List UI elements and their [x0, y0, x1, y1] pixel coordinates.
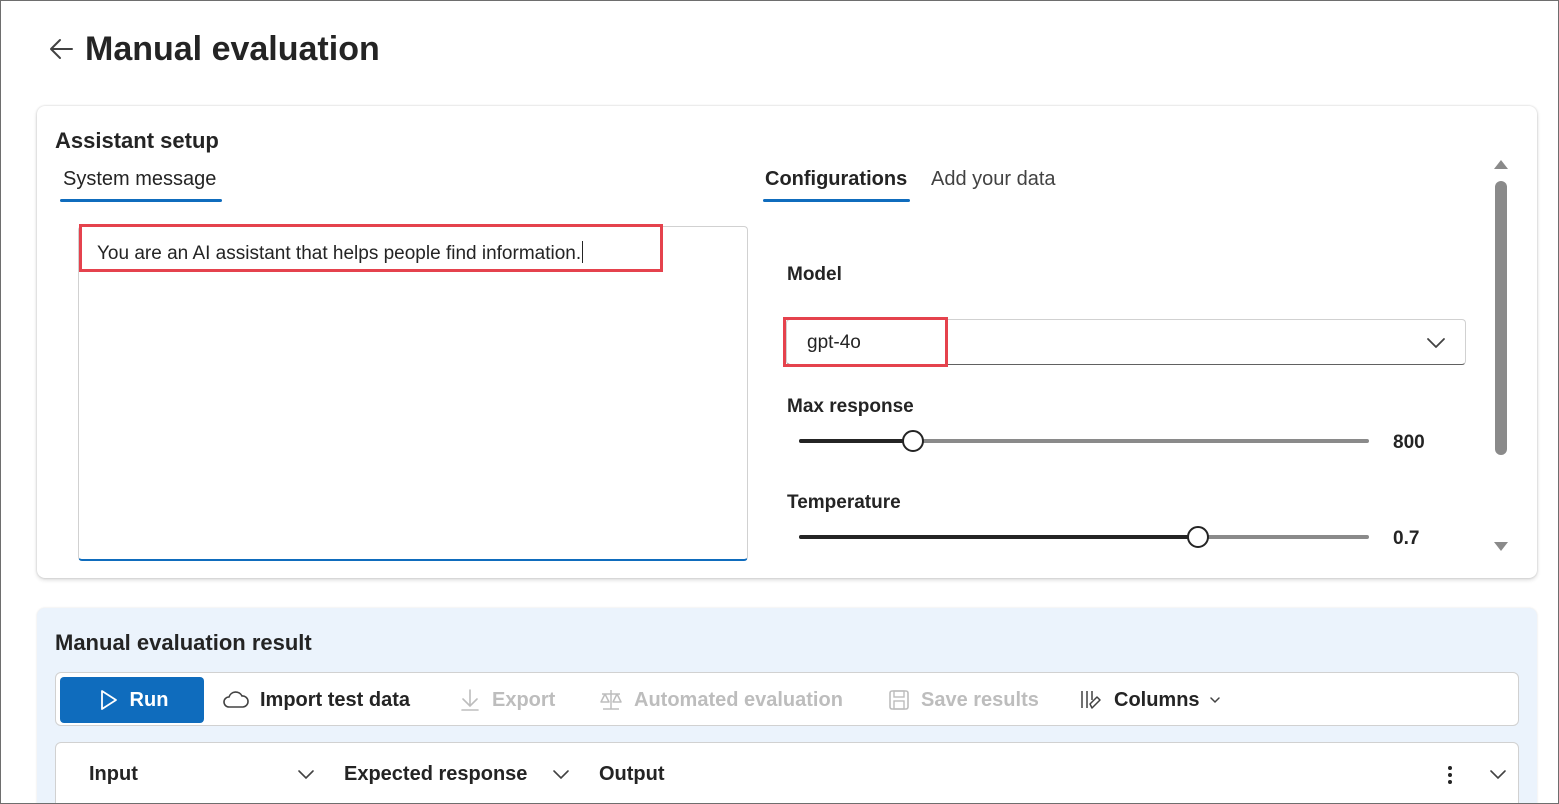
scale-icon	[600, 690, 622, 710]
run-button[interactable]: Run	[60, 677, 204, 723]
tab-configurations[interactable]: Configurations	[765, 168, 907, 191]
system-message-textarea[interactable]: You are an AI assistant that helps peopl…	[78, 226, 748, 561]
max-response-slider[interactable]	[799, 430, 1369, 452]
download-icon	[461, 689, 479, 711]
automated-evaluation-button[interactable]: Automated evaluation	[598, 677, 843, 723]
chevron-down-icon[interactable]	[551, 765, 571, 790]
max-response-label: Max response	[787, 396, 914, 417]
assistant-setup-title: Assistant setup	[55, 128, 219, 153]
back-arrow-icon[interactable]	[45, 33, 77, 65]
play-icon	[100, 690, 117, 710]
save-icon	[889, 690, 909, 710]
more-options-icon[interactable]	[1440, 765, 1460, 790]
columns-button[interactable]: Columns	[1078, 677, 1222, 723]
max-response-slider-thumb[interactable]	[902, 430, 924, 452]
temperature-slider-thumb[interactable]	[1187, 526, 1209, 548]
tab-configurations-underline	[763, 199, 910, 202]
import-test-data-button[interactable]: Import test data	[222, 677, 410, 723]
tab-system-message[interactable]: System message	[63, 168, 216, 191]
tab-system-message-underline	[60, 199, 222, 202]
result-toolbar: Run Import test data Export Automated ev…	[55, 672, 1519, 726]
chevron-down-icon[interactable]	[296, 765, 316, 790]
tab-add-your-data[interactable]: Add your data	[931, 168, 1056, 191]
chevron-down-icon	[1425, 332, 1447, 359]
max-response-value: 800	[1393, 432, 1425, 453]
model-highlight	[783, 317, 948, 367]
evaluation-result-title: Manual evaluation result	[55, 630, 312, 655]
cloud-icon	[223, 691, 249, 708]
page-header: Manual evaluation	[45, 27, 380, 71]
scroll-down-icon[interactable]	[1494, 542, 1508, 551]
max-response-slider-fill	[799, 439, 913, 443]
temperature-label: Temperature	[787, 492, 901, 513]
columns-edit-icon	[1081, 691, 1101, 709]
column-header-input[interactable]: Input	[89, 763, 138, 786]
temperature-slider[interactable]	[799, 526, 1369, 548]
assistant-setup-card: Assistant setup System message You are a…	[37, 106, 1537, 578]
system-message-highlight	[79, 224, 663, 272]
page-title: Manual evaluation	[85, 29, 380, 68]
column-header-expected-response[interactable]: Expected response	[344, 763, 527, 786]
evaluation-result-card: Manual evaluation result Run Import test…	[37, 608, 1537, 803]
temperature-slider-fill	[799, 535, 1198, 539]
results-table-header: Input Expected response Output	[55, 742, 1519, 803]
chevron-down-icon	[1209, 697, 1220, 704]
scroll-thumb[interactable]	[1495, 181, 1507, 455]
export-button[interactable]: Export	[458, 677, 555, 723]
config-scrollbar[interactable]	[1492, 156, 1510, 556]
save-results-button[interactable]: Save results	[887, 677, 1039, 723]
app-window: Manual evaluation Assistant setup System…	[0, 0, 1559, 804]
chevron-down-icon[interactable]	[1488, 765, 1508, 790]
temperature-value: 0.7	[1393, 528, 1420, 549]
scroll-up-icon[interactable]	[1494, 160, 1508, 169]
column-header-output[interactable]: Output	[599, 763, 665, 786]
model-label: Model	[787, 264, 842, 285]
